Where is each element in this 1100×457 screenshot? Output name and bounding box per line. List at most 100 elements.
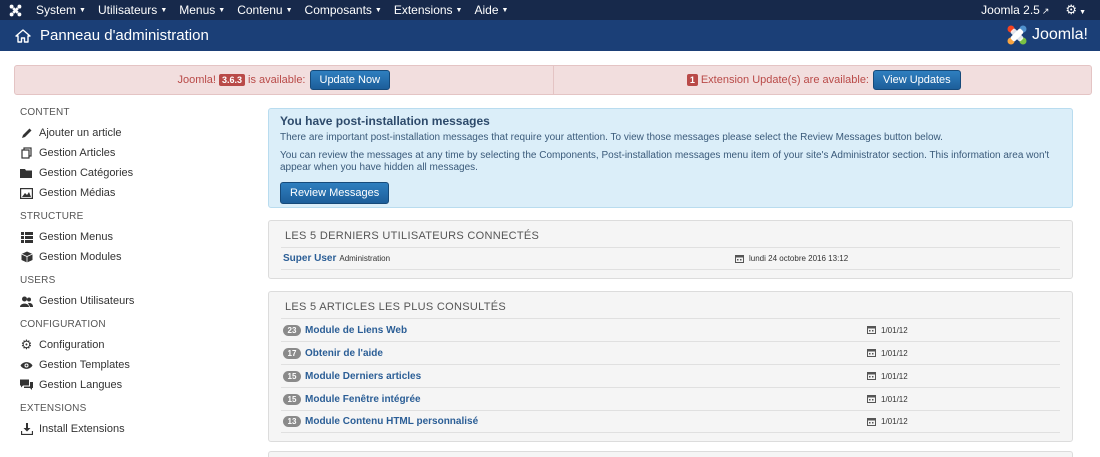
sidebar-item-media[interactable]: Gestion Médias xyxy=(20,183,250,203)
article-link[interactable]: Module de Liens Web xyxy=(305,325,407,336)
hits-badge: 15 xyxy=(283,370,301,382)
sidebar-heading-extensions: EXTENSIONS xyxy=(20,403,87,414)
update-notification-bar: Joomla! 3.6.3 is available: Update Now 1… xyxy=(14,65,1092,95)
article-date-text: 1/01/12 xyxy=(881,348,908,358)
menu-components[interactable]: Composants ▼ xyxy=(299,3,388,17)
table-row: 17 Obtenir de l'aide 1/01/12 xyxy=(281,341,1060,364)
article-date: 1/01/12 xyxy=(867,349,908,358)
user-name-link[interactable]: Super User xyxy=(283,253,336,264)
list-icon xyxy=(20,231,33,244)
calendar-icon xyxy=(867,349,876,357)
postinstall-text-2: You can review the messages at any time … xyxy=(280,150,1050,173)
calendar-icon xyxy=(867,372,876,380)
article-date: 1/01/12 xyxy=(867,372,908,381)
logged-users-panel: LES 5 DERNIERS UTILISATEURS CONNECTÉS Su… xyxy=(268,220,1073,279)
caret-down-icon: ▼ xyxy=(455,7,463,15)
external-link-icon: ↗ xyxy=(1041,6,1050,16)
menu-users[interactable]: Utilisateurs ▼ xyxy=(92,3,173,17)
joomla-update-cell: Joomla! 3.6.3 is available: Update Now xyxy=(15,66,554,94)
caret-down-icon: ▼ xyxy=(160,7,168,15)
sidebar-item-templates[interactable]: Gestion Templates xyxy=(20,355,250,375)
calendar-icon xyxy=(867,417,876,426)
table-row: Super User Administration lundi 24 octob… xyxy=(281,247,1060,270)
sidebar-item-users[interactable]: Gestion Utilisateurs xyxy=(20,291,250,311)
sidebar-item-label: Ajouter un article xyxy=(39,127,122,139)
comments-icon xyxy=(20,379,33,392)
caret-down-icon: ▼ xyxy=(218,7,226,15)
calendar-icon xyxy=(867,395,876,403)
menu-system[interactable]: System ▼ xyxy=(30,3,92,17)
sidebar-item-install-extensions[interactable]: Install Extensions xyxy=(20,419,250,439)
sidebar-heading-configuration: CONFIGURATION xyxy=(20,319,106,330)
sidebar-item-configuration[interactable]: ⚙ Configuration xyxy=(20,335,250,355)
article-date-text: 1/01/12 xyxy=(881,325,908,335)
download-icon xyxy=(20,423,33,436)
extension-update-cell: 1 Extension Update(s) are available: Vie… xyxy=(554,66,1092,94)
menu-help[interactable]: Aide ▼ xyxy=(468,3,514,17)
menu-label: Contenu xyxy=(237,3,283,17)
sidebar-item-label: Gestion Templates xyxy=(39,359,130,371)
folder-icon xyxy=(20,167,33,180)
sidebar-item-label: Gestion Catégories xyxy=(39,167,134,179)
cube-icon xyxy=(20,251,33,264)
sidebar-item-label: Gestion Utilisateurs xyxy=(39,295,135,307)
sidebar-item-languages[interactable]: Gestion Langues xyxy=(20,375,250,395)
sidebar-item-label: Gestion Articles xyxy=(39,147,116,159)
calendar-icon xyxy=(867,326,876,334)
joomla-update-prefix: Joomla! xyxy=(177,74,216,86)
brand-text: Joomla! xyxy=(1031,26,1088,43)
caret-down-icon: ▼ xyxy=(79,7,86,15)
sidebar-heading-users: USERS xyxy=(20,275,56,286)
sidebar-item-modules[interactable]: Gestion Modules xyxy=(20,247,250,267)
article-date: 1/01/12 xyxy=(867,395,908,404)
next-panel-edge xyxy=(268,451,1073,457)
update-now-button[interactable]: Update Now xyxy=(309,70,391,90)
users-icon xyxy=(20,295,33,308)
table-row: 13 Module Contenu HTML personnalisé 1/01… xyxy=(281,410,1060,433)
hits-badge: 15 xyxy=(283,393,301,405)
joomla-brand-icon xyxy=(1007,25,1027,45)
login-date: lundi 24 octobre 2016 13:12 xyxy=(735,254,848,263)
version-badge: 3.6.3 xyxy=(218,74,246,86)
page-title: Panneau d'administration xyxy=(40,27,209,44)
top-navbar: System ▼ Utilisateurs ▼ Menus ▼ Contenu ▼ Co… xyxy=(0,0,1100,20)
home-icon xyxy=(15,28,31,43)
article-date-text: 1/01/12 xyxy=(881,394,908,404)
sidebar-item-label: Gestion Langues xyxy=(39,379,123,391)
postinstall-messages-alert: You have post-installation messages Ther… xyxy=(268,108,1073,208)
main-content: You have post-installation messages Ther… xyxy=(268,108,1073,457)
menu-menus[interactable]: Menus ▼ xyxy=(173,3,231,17)
article-link[interactable]: Module Contenu HTML personnalisé xyxy=(305,416,478,427)
page-header: Panneau d'administration Joomla! xyxy=(0,20,1100,51)
image-icon xyxy=(20,187,33,200)
joomla-logo-icon[interactable] xyxy=(0,0,30,20)
menu-extensions[interactable]: Extensions ▼ xyxy=(388,3,469,17)
site-label: Joomla 2.5 xyxy=(981,3,1040,17)
article-link[interactable]: Module Fenêtre intégrée xyxy=(305,394,421,405)
user-settings-gear-icon[interactable]: ⚙ ▼ xyxy=(1065,2,1100,18)
table-row: 15 Module Derniers articles 1/01/12 xyxy=(281,364,1060,387)
caret-down-icon: ▼ xyxy=(501,7,509,15)
sidebar-item-articles[interactable]: Gestion Articles xyxy=(20,143,250,163)
sidebar-item-add-article[interactable]: Ajouter un article xyxy=(20,123,250,143)
sidebar-item-categories[interactable]: Gestion Catégories xyxy=(20,163,250,183)
caret-down-icon: ▼ xyxy=(285,7,293,15)
article-link[interactable]: Obtenir de l'aide xyxy=(305,348,383,359)
site-link[interactable]: Joomla 2.5 ↗ xyxy=(981,3,1065,17)
review-messages-button[interactable]: Review Messages xyxy=(280,182,390,204)
view-updates-button[interactable]: View Updates xyxy=(873,70,961,90)
postinstall-title: You have post-installation messages xyxy=(280,114,490,128)
article-date-text: 1/01/12 xyxy=(881,417,908,426)
hits-badge: 17 xyxy=(283,347,301,359)
pencil-icon xyxy=(20,127,33,140)
postinstall-text-1: There are important post-installation me… xyxy=(280,132,943,143)
sidebar-item-label: Gestion Menus xyxy=(39,231,113,243)
menu-label: Extensions xyxy=(393,3,453,17)
sidebar-item-menus[interactable]: Gestion Menus xyxy=(20,227,250,247)
panel-title: LES 5 ARTICLES LES PLUS CONSULTÉS xyxy=(285,301,507,313)
cog-icon: ⚙ xyxy=(20,337,33,352)
eye-icon xyxy=(20,359,33,372)
menu-content[interactable]: Contenu ▼ xyxy=(231,3,298,17)
sidebar: CONTENT Ajouter un article Gestion Artic… xyxy=(20,104,250,439)
article-link[interactable]: Module Derniers articles xyxy=(305,371,421,382)
